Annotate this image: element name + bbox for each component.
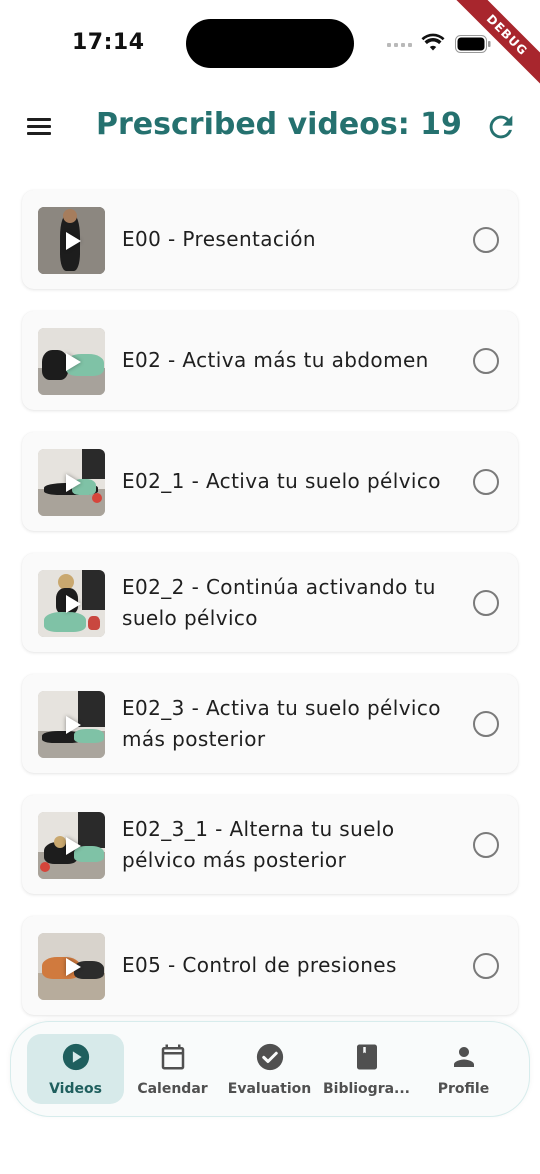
book-icon bbox=[356, 1044, 377, 1070]
nav-label: Evaluation bbox=[227, 1081, 312, 1097]
person-icon bbox=[453, 1047, 474, 1067]
nav-label: Videos bbox=[49, 1081, 102, 1097]
completion-radio[interactable] bbox=[473, 953, 499, 979]
video-card[interactable]: E02_3 - Activa tu suelo pélvico más post… bbox=[22, 674, 518, 773]
completion-radio[interactable] bbox=[473, 348, 499, 374]
play-icon bbox=[65, 473, 81, 492]
bottom-navigation-bar: Videos Calendar Evaluation Bibliogra... bbox=[10, 1021, 530, 1117]
video-thumbnail[interactable] bbox=[38, 449, 105, 516]
play-icon bbox=[65, 231, 81, 250]
completion-radio[interactable] bbox=[473, 590, 499, 616]
app-bar: Prescribed videos: 19 bbox=[0, 96, 540, 156]
play-icon bbox=[65, 352, 81, 371]
screen: 17:14 DEBUG Prescribed videos: 19 E00 - … bbox=[0, 0, 540, 1174]
nav-item-evaluation[interactable]: Evaluation bbox=[221, 1034, 318, 1104]
completion-radio[interactable] bbox=[473, 469, 499, 495]
page-title: Prescribed videos: 19 bbox=[96, 107, 462, 142]
check-circle-icon bbox=[256, 1043, 283, 1071]
video-thumbnail[interactable] bbox=[38, 933, 105, 1000]
menu-button[interactable] bbox=[18, 108, 60, 144]
nav-label: Profile bbox=[437, 1081, 490, 1097]
completion-radio[interactable] bbox=[473, 832, 499, 858]
video-card[interactable]: E02_2 - Continúa activando tu suelo pélv… bbox=[22, 553, 518, 652]
video-card[interactable]: E02 - Activa más tu abdomen bbox=[22, 311, 518, 410]
nav-label: Calendar bbox=[137, 1081, 208, 1097]
video-title: E02_2 - Continúa activando tu suelo pélv… bbox=[122, 574, 436, 630]
status-bar: 17:14 DEBUG bbox=[0, 0, 540, 96]
dynamic-island bbox=[186, 19, 354, 68]
status-time: 17:14 bbox=[72, 30, 145, 55]
video-title: E00 - Presentación bbox=[122, 227, 316, 251]
cellular-signal-icon bbox=[387, 43, 412, 47]
nav-item-videos[interactable]: Videos bbox=[27, 1034, 124, 1104]
menu-icon bbox=[27, 118, 51, 121]
completion-radio[interactable] bbox=[473, 227, 499, 253]
calendar-icon bbox=[161, 1044, 184, 1070]
video-card[interactable]: E02_1 - Activa tu suelo pélvico bbox=[22, 432, 518, 531]
nav-label: Bibliogra... bbox=[322, 1081, 411, 1097]
video-thumbnail[interactable] bbox=[38, 328, 105, 395]
video-title: E02_3_1 - Alterna tu suelo pélvico más p… bbox=[122, 816, 395, 872]
play-circle-icon bbox=[62, 1043, 89, 1071]
video-card[interactable]: E05 - Control de presiones bbox=[22, 916, 518, 1015]
video-card[interactable]: E00 - Presentación bbox=[22, 190, 518, 289]
video-title: E02_3 - Activa tu suelo pélvico más post… bbox=[122, 695, 441, 751]
video-thumbnail[interactable] bbox=[38, 691, 105, 758]
video-thumbnail[interactable] bbox=[38, 207, 105, 274]
video-card[interactable]: E02_3_1 - Alterna tu suelo pélvico más p… bbox=[22, 795, 518, 894]
video-title: E02 - Activa más tu abdomen bbox=[122, 348, 429, 372]
completion-radio[interactable] bbox=[473, 711, 499, 737]
video-list: E00 - Presentación E02 - Activa más tu a… bbox=[22, 190, 518, 1037]
battery-icon bbox=[455, 35, 491, 53]
video-title: E05 - Control de presiones bbox=[122, 953, 397, 977]
play-icon bbox=[65, 715, 81, 734]
nav-item-calendar[interactable]: Calendar bbox=[124, 1034, 221, 1104]
video-title: E02_1 - Activa tu suelo pélvico bbox=[122, 469, 441, 493]
nav-item-bibliography[interactable]: Bibliogra... bbox=[318, 1034, 415, 1104]
nav-item-profile[interactable]: Profile bbox=[415, 1034, 512, 1104]
wifi-icon bbox=[421, 33, 445, 51]
play-icon bbox=[65, 594, 81, 613]
video-thumbnail[interactable] bbox=[38, 812, 105, 879]
video-thumbnail[interactable] bbox=[38, 570, 105, 637]
play-icon bbox=[65, 957, 81, 976]
refresh-icon[interactable] bbox=[484, 110, 518, 144]
play-icon bbox=[65, 836, 81, 855]
